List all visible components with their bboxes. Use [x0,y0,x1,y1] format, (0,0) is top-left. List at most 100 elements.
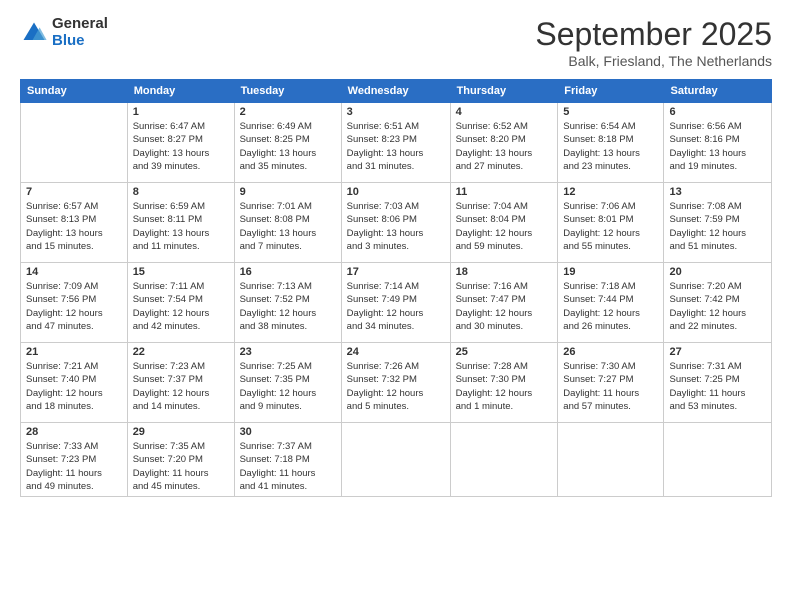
day-info: Sunrise: 7:37 AM Sunset: 7:18 PM Dayligh… [240,440,336,493]
day-info: Sunrise: 6:47 AM Sunset: 8:27 PM Dayligh… [133,120,229,173]
day-info: Sunrise: 7:35 AM Sunset: 7:20 PM Dayligh… [133,440,229,493]
day-info: Sunrise: 7:16 AM Sunset: 7:47 PM Dayligh… [456,280,553,333]
table-row: 1 Sunrise: 6:47 AM Sunset: 8:27 PM Daylig… [127,103,234,183]
day-number: 15 [133,266,229,278]
day-number: 25 [456,346,553,358]
day-number: 1 [133,106,229,118]
table-row [558,423,664,497]
day-info: Sunrise: 7:25 AM Sunset: 7:35 PM Dayligh… [240,360,336,413]
day-info: Sunrise: 7:18 AM Sunset: 7:44 PM Dayligh… [563,280,658,333]
table-row: 7Sunrise: 6:57 AM Sunset: 8:13 PM Daylig… [21,183,128,263]
day-number: 8 [133,186,229,198]
table-row: 12 Sunrise: 7:06 AM Sunset: 8:01 PM Dayli… [558,183,664,263]
day-number: 4 [456,106,553,118]
col-wednesday: Wednesday [341,80,450,103]
table-row: 2 Sunrise: 6:49 AM Sunset: 8:25 PM Daylig… [234,103,341,183]
day-number: 11 [456,186,553,198]
day-number: 17 [347,266,445,278]
table-row: 28 Sunrise: 7:33 AM Sunset: 7:23 PM Dayli… [21,423,128,497]
col-sunday: Sunday [21,80,128,103]
table-row [341,423,450,497]
table-row: 23Sunrise: 7:25 AM Sunset: 7:35 PM Dayli… [234,343,341,423]
day-number: 12 [563,186,658,198]
day-info: Sunrise: 6:56 AM Sunset: 8:16 PM Dayligh… [669,120,766,173]
day-info: Sunrise: 7:14 AM Sunset: 7:49 PM Dayligh… [347,280,445,333]
day-number: 27 [669,346,766,358]
table-row: 8 Sunrise: 6:59 AM Sunset: 8:11 PM Daylig… [127,183,234,263]
table-row: 24 Sunrise: 7:26 AM Sunset: 7:32 PM Dayli… [341,343,450,423]
day-info: Sunrise: 7:28 AM Sunset: 7:30 PM Dayligh… [456,360,553,413]
day-number: 5 [563,106,658,118]
day-info: Sunrise: 6:59 AM Sunset: 8:11 PM Dayligh… [133,200,229,253]
col-tuesday: Tuesday [234,80,341,103]
logo-icon [20,19,48,47]
day-info: Sunrise: 7:09 AM Sunset: 7:56 PM Dayligh… [26,280,122,333]
table-row: 15 Sunrise: 7:11 AM Sunset: 7:54 PM Dayli… [127,263,234,343]
table-row [21,103,128,183]
table-row: 21 Sunrise: 7:21 AM Sunset: 7:40 PM Dayli… [21,343,128,423]
day-info: Sunrise: 7:04 AM Sunset: 8:04 PM Dayligh… [456,200,553,253]
day-number: 28 [26,426,122,438]
table-row: 14 Sunrise: 7:09 AM Sunset: 7:56 PM Dayli… [21,263,128,343]
day-info: Sunrise: 7:06 AM Sunset: 8:01 PM Dayligh… [563,200,658,253]
day-number: 9 [240,186,336,198]
day-number: 3 [347,106,445,118]
table-row: 11 Sunrise: 7:04 AM Sunset: 8:04 PM Dayli… [450,183,558,263]
table-row: 17 Sunrise: 7:14 AM Sunset: 7:49 PM Dayli… [341,263,450,343]
logo-general: General [52,16,108,33]
table-row: 27Sunrise: 7:31 AM Sunset: 7:25 PM Dayli… [664,343,772,423]
day-info: Sunrise: 7:26 AM Sunset: 7:32 PM Dayligh… [347,360,445,413]
day-number: 26 [563,346,658,358]
col-saturday: Saturday [664,80,772,103]
day-number: 21 [26,346,122,358]
table-row: 6Sunrise: 6:56 AM Sunset: 8:16 PM Daylig… [664,103,772,183]
location: Balk, Friesland, The Netherlands [535,53,772,69]
day-number: 14 [26,266,122,278]
table-row: 9 Sunrise: 7:01 AM Sunset: 8:08 PM Daylig… [234,183,341,263]
day-info: Sunrise: 7:03 AM Sunset: 8:06 PM Dayligh… [347,200,445,253]
table-row: 16 Sunrise: 7:13 AM Sunset: 7:52 PM Dayli… [234,263,341,343]
table-row: 4 Sunrise: 6:52 AM Sunset: 8:20 PM Daylig… [450,103,558,183]
table-row [664,423,772,497]
day-info: Sunrise: 7:21 AM Sunset: 7:40 PM Dayligh… [26,360,122,413]
month-title: September 2025 [535,16,772,53]
table-row: 13Sunrise: 7:08 AM Sunset: 7:59 PM Dayli… [664,183,772,263]
day-number: 7 [26,186,122,198]
logo-blue: Blue [52,33,108,50]
day-number: 24 [347,346,445,358]
table-row: 5 Sunrise: 6:54 AM Sunset: 8:18 PM Daylig… [558,103,664,183]
table-row: 26 Sunrise: 7:30 AM Sunset: 7:27 PM Dayli… [558,343,664,423]
day-info: Sunrise: 7:11 AM Sunset: 7:54 PM Dayligh… [133,280,229,333]
title-block: September 2025 Balk, Friesland, The Neth… [535,16,772,69]
day-number: 30 [240,426,336,438]
day-number: 19 [563,266,658,278]
table-row: 30 Sunrise: 7:37 AM Sunset: 7:18 PM Dayli… [234,423,341,497]
day-number: 16 [240,266,336,278]
day-number: 29 [133,426,229,438]
day-info: Sunrise: 7:20 AM Sunset: 7:42 PM Dayligh… [669,280,766,333]
day-info: Sunrise: 6:49 AM Sunset: 8:25 PM Dayligh… [240,120,336,173]
day-info: Sunrise: 7:08 AM Sunset: 7:59 PM Dayligh… [669,200,766,253]
day-info: Sunrise: 7:13 AM Sunset: 7:52 PM Dayligh… [240,280,336,333]
table-row: 25 Sunrise: 7:28 AM Sunset: 7:30 PM Dayli… [450,343,558,423]
table-row: 3 Sunrise: 6:51 AM Sunset: 8:23 PM Daylig… [341,103,450,183]
logo: General Blue [20,16,108,49]
col-monday: Monday [127,80,234,103]
day-info: Sunrise: 7:33 AM Sunset: 7:23 PM Dayligh… [26,440,122,493]
day-info: Sunrise: 6:51 AM Sunset: 8:23 PM Dayligh… [347,120,445,173]
day-number: 2 [240,106,336,118]
col-thursday: Thursday [450,80,558,103]
table-row: 10 Sunrise: 7:03 AM Sunset: 8:06 PM Dayli… [341,183,450,263]
day-info: Sunrise: 6:54 AM Sunset: 8:18 PM Dayligh… [563,120,658,173]
day-info: Sunrise: 6:52 AM Sunset: 8:20 PM Dayligh… [456,120,553,173]
day-info: Sunrise: 7:30 AM Sunset: 7:27 PM Dayligh… [563,360,658,413]
table-row: 22 Sunrise: 7:23 AM Sunset: 7:37 PM Dayli… [127,343,234,423]
day-number: 10 [347,186,445,198]
day-info: Sunrise: 7:23 AM Sunset: 7:37 PM Dayligh… [133,360,229,413]
table-row: 20 Sunrise: 7:20 AM Sunset: 7:42 PM Dayli… [664,263,772,343]
day-number: 20 [669,266,766,278]
day-number: 18 [456,266,553,278]
day-number: 22 [133,346,229,358]
day-info: Sunrise: 7:01 AM Sunset: 8:08 PM Dayligh… [240,200,336,253]
col-friday: Friday [558,80,664,103]
